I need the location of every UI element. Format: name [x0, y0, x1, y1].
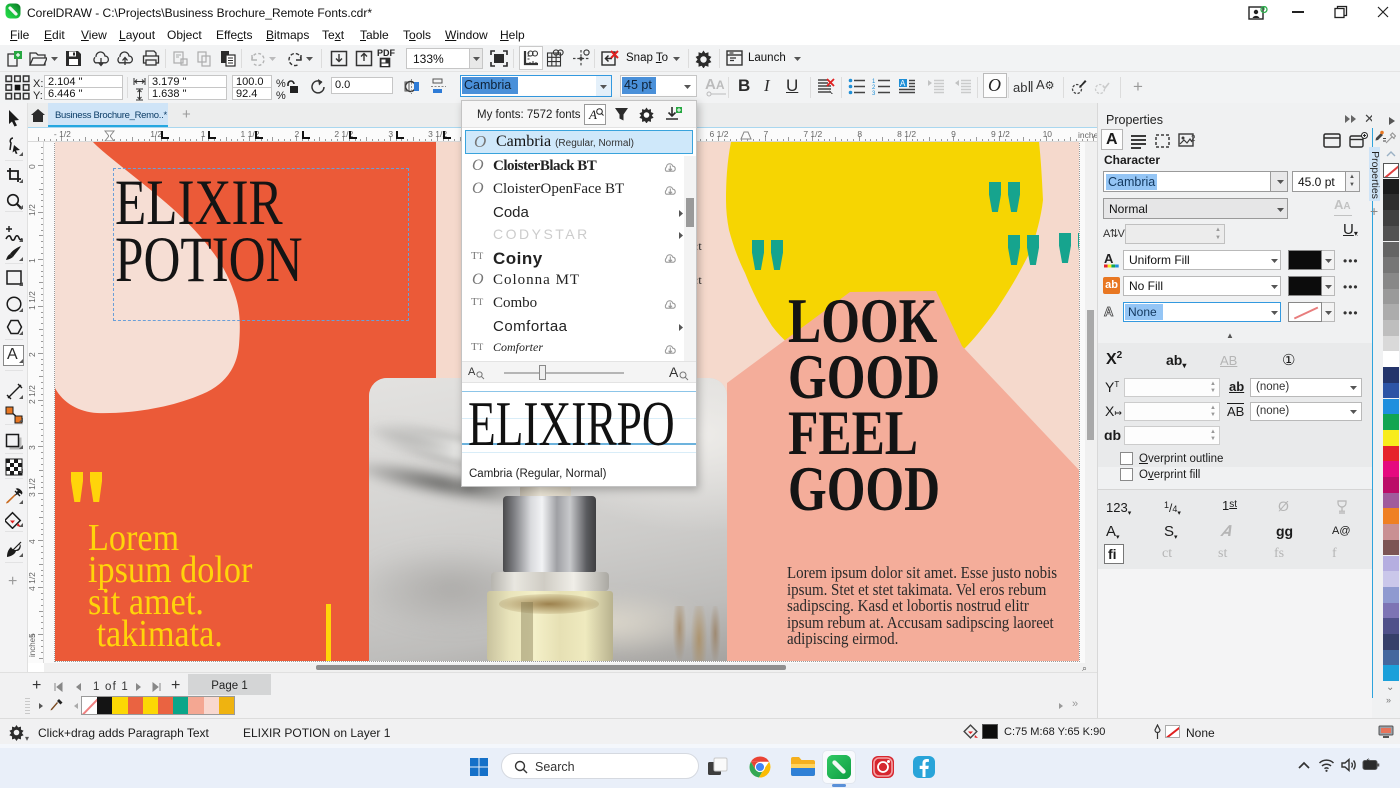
svg-text:A: A [588, 107, 597, 122]
svg-text:A: A [900, 79, 906, 88]
svg-text:A: A [1104, 304, 1114, 319]
svg-text:2: 2 [1191, 134, 1196, 143]
svg-text:3: 3 [872, 91, 876, 95]
svg-text:A: A [1104, 251, 1114, 266]
